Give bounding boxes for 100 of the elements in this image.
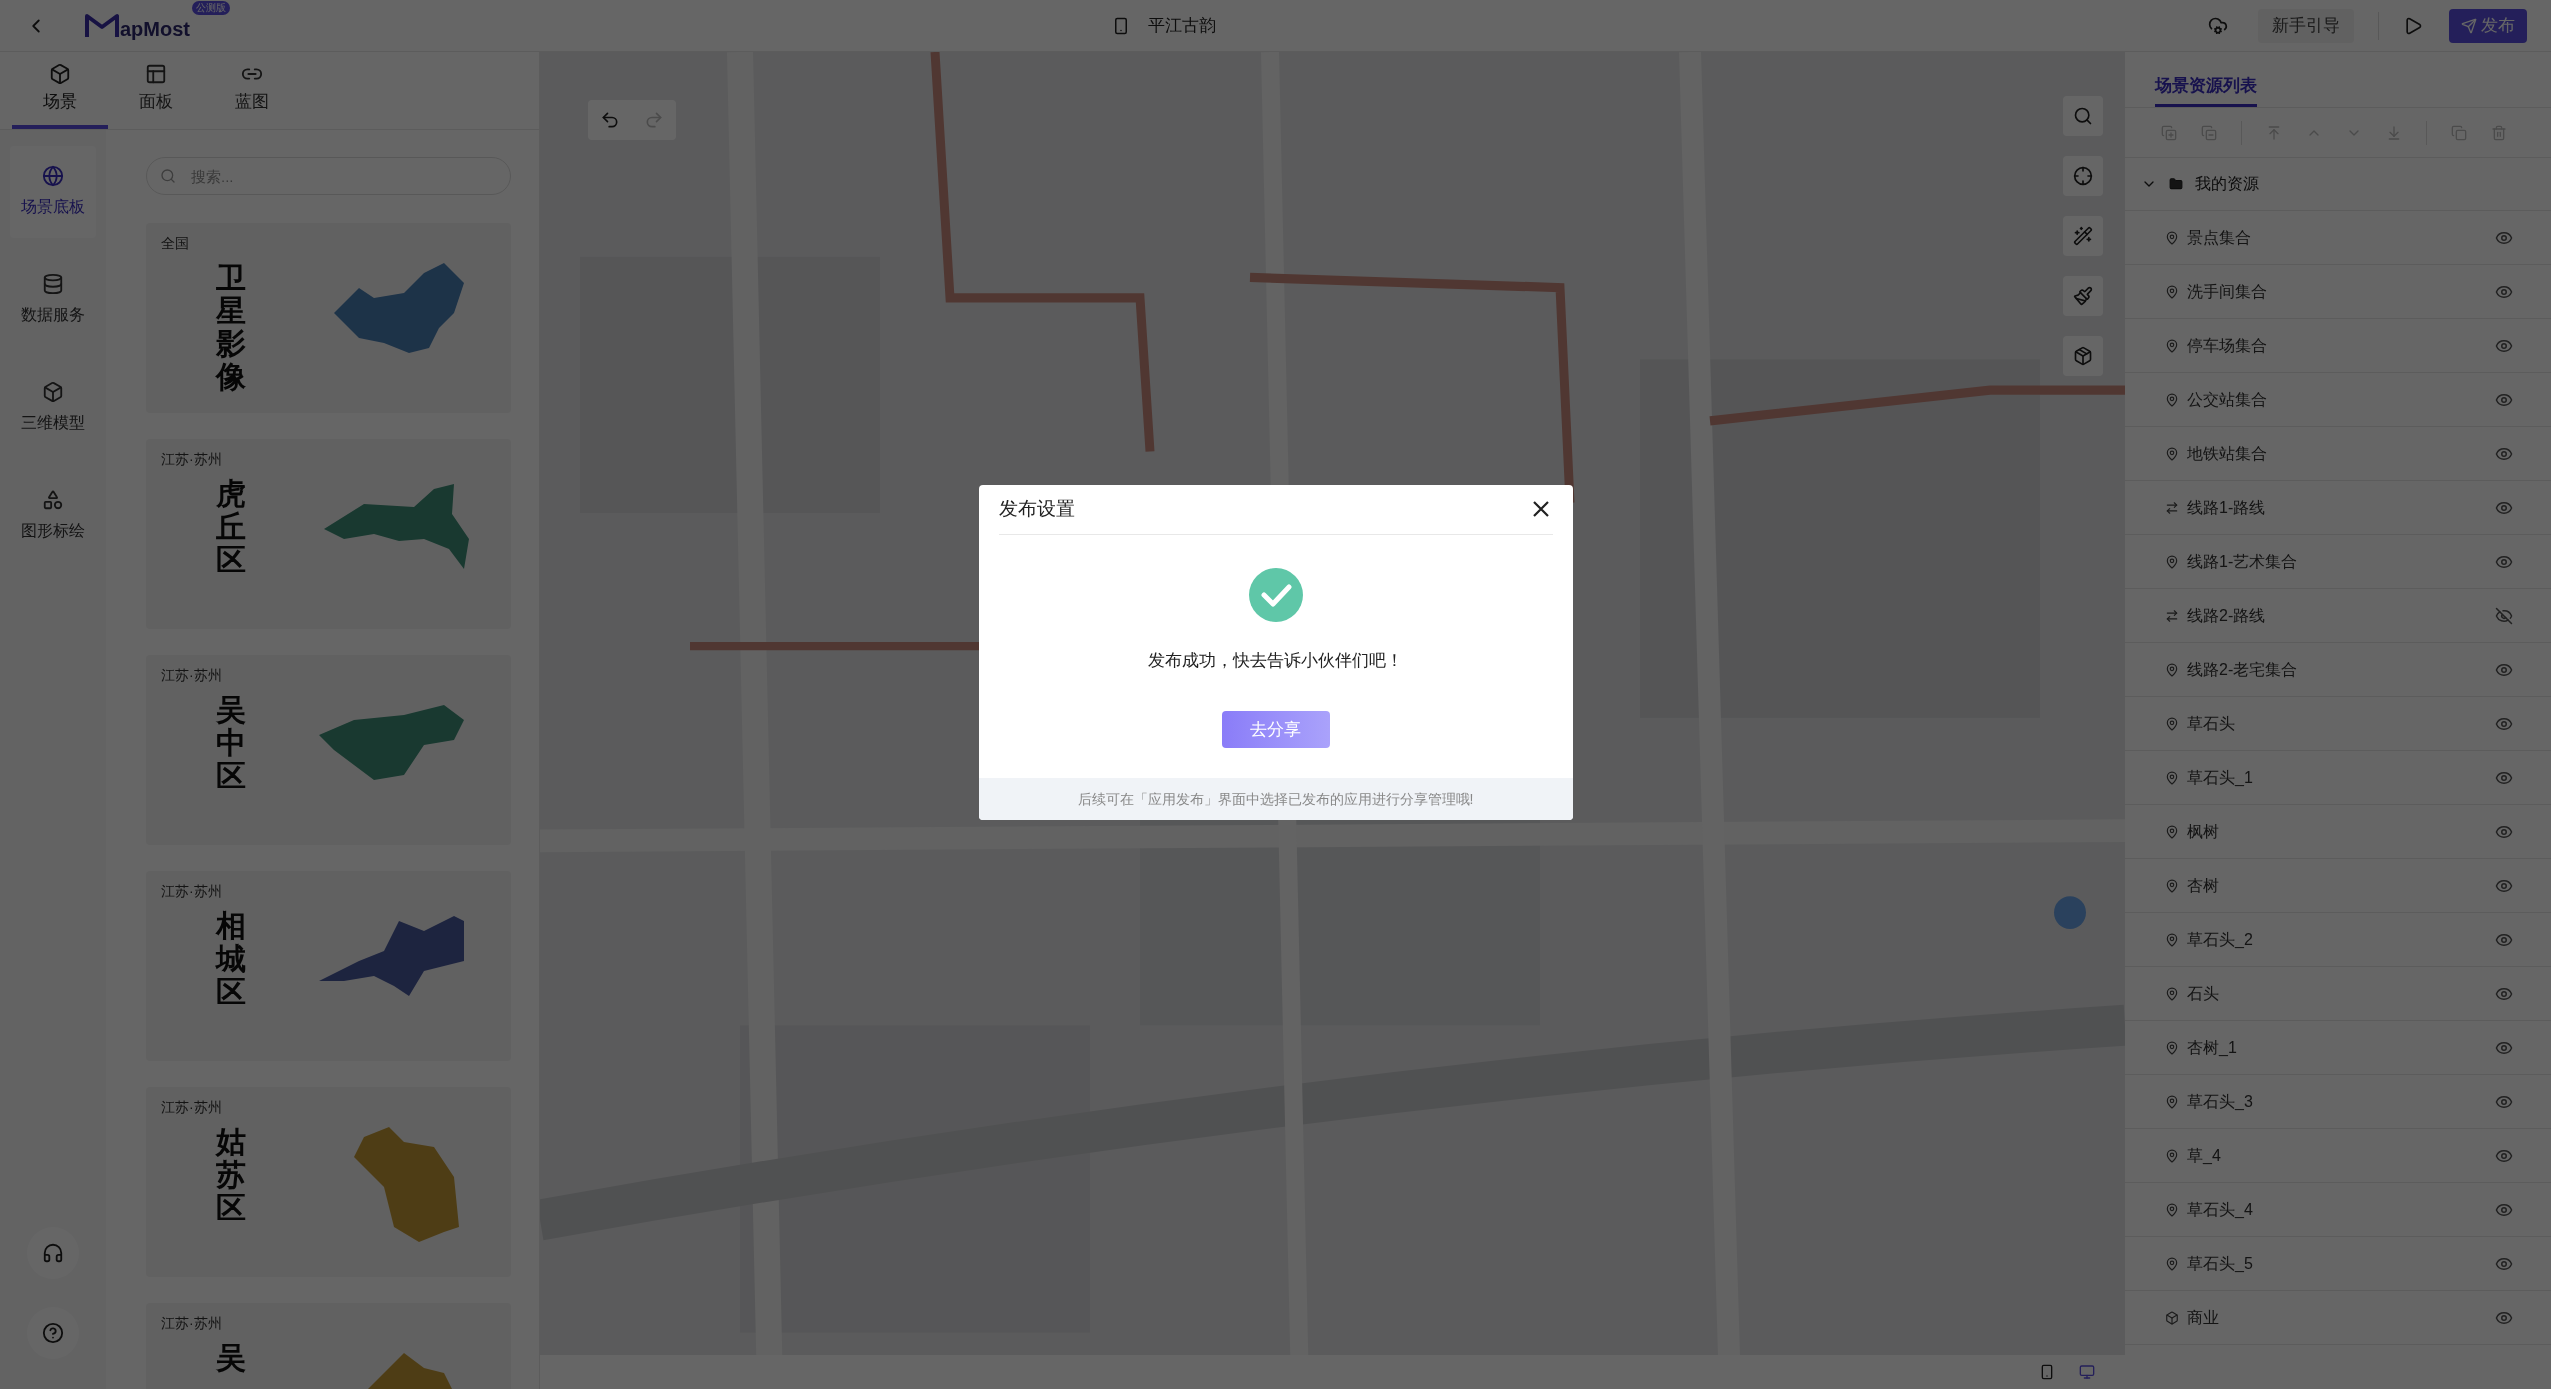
item-label: 停车场集合 bbox=[2187, 335, 2268, 356]
pin-icon bbox=[2165, 1040, 2179, 1055]
basemap-card[interactable]: 全国 卫星影像 bbox=[146, 223, 511, 413]
brush-icon bbox=[2073, 286, 2093, 306]
region-label: 江苏·苏州 bbox=[161, 666, 222, 685]
region-label: 江苏·苏州 bbox=[161, 1098, 222, 1117]
item-label: 公交站集合 bbox=[2187, 389, 2268, 410]
item-label: 草石头_4 bbox=[2187, 1199, 2254, 1220]
search-icon bbox=[2073, 106, 2093, 126]
trash-icon[interactable] bbox=[2491, 124, 2507, 141]
pin-icon bbox=[2165, 824, 2179, 839]
pin-icon bbox=[2165, 446, 2179, 461]
basemap-card[interactable]: 江苏·苏州 吴中区 bbox=[146, 655, 511, 845]
tree-item[interactable]: 草石头_2 bbox=[2125, 913, 2551, 967]
folder-icon bbox=[2169, 177, 2183, 191]
play-icon[interactable] bbox=[2403, 15, 2423, 36]
tree-folder[interactable]: 我的资源 bbox=[2125, 158, 2551, 211]
rail-item[interactable]: 数据服务 bbox=[10, 254, 96, 346]
item-label: 地铁站集合 bbox=[2187, 443, 2268, 464]
pin-icon bbox=[2165, 716, 2179, 731]
move-top-icon[interactable] bbox=[2266, 124, 2282, 141]
region-map-icon bbox=[318, 705, 464, 780]
phone-icon[interactable] bbox=[2039, 1364, 2055, 1380]
item-label: 杏树_1 bbox=[2187, 1037, 2238, 1058]
tree-item[interactable]: 草石头 bbox=[2125, 697, 2551, 751]
item-label: 商业 bbox=[2187, 1307, 2220, 1328]
tree-item[interactable]: 公交站集合 bbox=[2125, 373, 2551, 427]
cloud-icon[interactable] bbox=[2208, 15, 2228, 36]
pin-icon bbox=[2165, 986, 2179, 1001]
item-label: 线路1-艺术集合 bbox=[2187, 551, 2299, 572]
route-icon bbox=[2165, 500, 2179, 515]
tree-item[interactable]: 停车场集合 bbox=[2125, 319, 2551, 373]
item-label: 线路1-路线 bbox=[2187, 497, 2267, 518]
basemap-card[interactable]: 江苏·苏州 姑苏区 bbox=[146, 1087, 511, 1277]
tree-item[interactable]: 枫树 bbox=[2125, 805, 2551, 859]
locate-button[interactable] bbox=[2063, 156, 2103, 196]
redo-icon bbox=[644, 110, 664, 130]
tree-item[interactable]: 杏树 bbox=[2125, 859, 2551, 913]
wand-icon bbox=[2073, 226, 2093, 246]
tree-item[interactable]: 线路1-路线 bbox=[2125, 481, 2551, 535]
basemap-name: 虎丘区 bbox=[216, 477, 246, 576]
group-icon[interactable] bbox=[2161, 124, 2177, 141]
share-button[interactable]: 去分享 bbox=[1221, 711, 1330, 749]
panel-tab[interactable]: 面板 bbox=[108, 52, 204, 129]
eye-closed-icon[interactable] bbox=[2495, 606, 2513, 625]
cube-icon bbox=[42, 381, 64, 403]
brush-button[interactable] bbox=[2063, 276, 2103, 316]
box-button[interactable] bbox=[2063, 336, 2103, 376]
rail-item[interactable]: 三维模型 bbox=[10, 362, 96, 454]
region-label: 全国 bbox=[161, 234, 189, 253]
pin-icon bbox=[2165, 1148, 2179, 1163]
pin-icon bbox=[2165, 554, 2179, 569]
tree-item[interactable]: 杏树_1 bbox=[2125, 1021, 2551, 1075]
region-map-icon bbox=[353, 1127, 459, 1242]
phone-icon[interactable] bbox=[1112, 16, 1130, 35]
resource-tab[interactable]: 场景资源列表 bbox=[2155, 67, 2257, 107]
tree-item[interactable]: 草石头_1 bbox=[2125, 751, 2551, 805]
item-label: 石头 bbox=[2187, 983, 2220, 1004]
tree-item[interactable]: 线路1-艺术集合 bbox=[2125, 535, 2551, 589]
tree-item[interactable]: 景点集合 bbox=[2125, 211, 2551, 265]
crosshair-icon bbox=[2073, 166, 2093, 186]
item-label: 杏树 bbox=[2187, 875, 2220, 896]
tree-item[interactable]: 草石头_5 bbox=[2125, 1237, 2551, 1291]
tree-item[interactable]: 地铁站集合 bbox=[2125, 427, 2551, 481]
item-label: 草_4 bbox=[2187, 1145, 2222, 1166]
tree-item[interactable]: 石头 bbox=[2125, 967, 2551, 1021]
basemap-card[interactable]: 江苏·苏州 相城区 bbox=[146, 871, 511, 1061]
move-bottom-icon[interactable] bbox=[2386, 124, 2402, 141]
basemap-name: 吴中区 bbox=[216, 693, 246, 792]
guide-button[interactable]: 新手引导 bbox=[2258, 8, 2354, 43]
help-icon bbox=[42, 1322, 64, 1344]
item-label: 草石头_3 bbox=[2187, 1091, 2254, 1112]
basemap-name: 卫星影像 bbox=[216, 261, 246, 393]
publish-button[interactable]: 发布 bbox=[2449, 8, 2527, 43]
tree-item[interactable]: 草石头_3 bbox=[2125, 1075, 2551, 1129]
headset-icon bbox=[42, 1242, 64, 1264]
tree-item[interactable]: 商业 bbox=[2125, 1291, 2551, 1345]
wand-button[interactable] bbox=[2063, 216, 2103, 256]
panel-tab[interactable]: 蓝图 bbox=[204, 52, 300, 129]
tree-item[interactable]: 线路2-老宅集合 bbox=[2125, 643, 2551, 697]
basemap-card[interactable]: 江苏·苏州 虎丘区 bbox=[146, 439, 511, 629]
tree-item[interactable]: 草_4 bbox=[2125, 1129, 2551, 1183]
copy-icon[interactable] bbox=[2451, 124, 2467, 141]
tree-item[interactable]: 洗手间集合 bbox=[2125, 265, 2551, 319]
item-label: 枫树 bbox=[2187, 821, 2220, 842]
send-icon bbox=[2461, 17, 2477, 34]
basemap-card[interactable]: 江苏·苏州 吴 bbox=[146, 1303, 511, 1389]
tree-item[interactable]: 线路2-路线 bbox=[2125, 589, 2551, 643]
region-label: 江苏·苏州 bbox=[161, 882, 222, 901]
region-label: 江苏·苏州 bbox=[161, 1314, 222, 1333]
search-button[interactable] bbox=[2063, 96, 2103, 136]
item-label: 景点集合 bbox=[2187, 227, 2252, 248]
item-label: 洗手间集合 bbox=[2187, 281, 2268, 302]
tree-item[interactable]: 草石头_4 bbox=[2125, 1183, 2551, 1237]
ungroup-icon[interactable] bbox=[2201, 124, 2217, 141]
folder-label: 我的资源 bbox=[2195, 174, 2259, 194]
rail-item[interactable]: 图形标绘 bbox=[10, 470, 96, 562]
shapes-icon bbox=[42, 489, 64, 511]
item-label: 草石头_2 bbox=[2187, 929, 2254, 950]
monitor-icon[interactable] bbox=[2079, 1364, 2095, 1380]
